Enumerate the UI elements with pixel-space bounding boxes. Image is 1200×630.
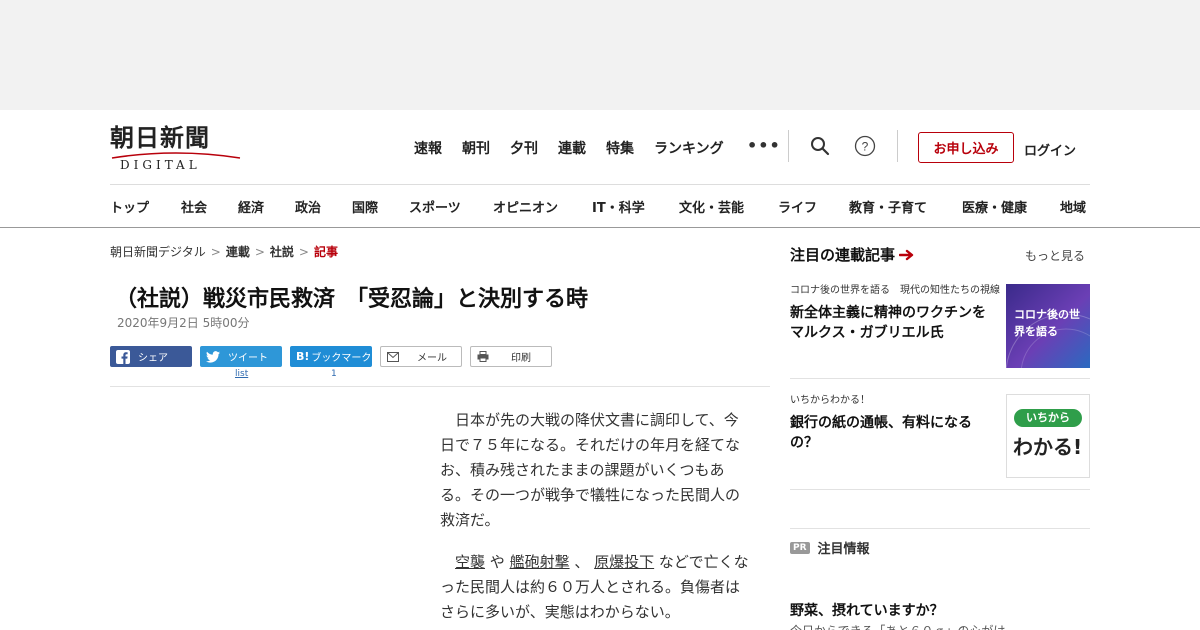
category-culture[interactable]: 文化・芸能	[679, 197, 778, 216]
article-paragraph: 空襲 や 艦砲射撃 、 原爆投下 などで亡くなった民間人は約６０万人とされる。負…	[440, 550, 750, 625]
article-paragraph: 日本が先の大戦の降伏文書に調印して、今日で７５年になる。それだけの年月を経てなお…	[440, 411, 741, 529]
divider	[788, 130, 789, 162]
category-sports[interactable]: スポーツ	[409, 197, 493, 216]
topnav-item-series[interactable]: 連載	[558, 138, 586, 158]
keyword-link[interactable]: 艦砲射撃	[510, 553, 570, 571]
breadcrumb-series[interactable]: 連載	[226, 245, 250, 259]
help-icon: ?	[854, 135, 876, 157]
topnav-item-ranking[interactable]: ランキング	[654, 138, 724, 158]
sidebar-item-title: 新全体主義に精神のワクチンを マルクス・ガブリエル氏	[790, 305, 1000, 341]
pr-section-header: PR 注目情報	[790, 538, 870, 557]
print-icon	[477, 351, 489, 362]
svg-text:?: ?	[862, 140, 869, 154]
category-it-science[interactable]: IT・科学	[592, 197, 679, 216]
breadcrumb-home[interactable]: 朝日新聞デジタル	[110, 245, 206, 259]
hatena-bookmark-icon: B!	[296, 350, 310, 363]
mail-icon	[387, 351, 399, 362]
pr-badge: PR	[790, 541, 810, 554]
breadcrumb-sep: >	[298, 245, 309, 259]
arrow-right-icon	[899, 249, 914, 260]
breadcrumb-section[interactable]: 社説	[270, 245, 294, 259]
divider	[897, 130, 898, 162]
sidebar-divider	[790, 378, 1090, 379]
thumbnail-text: コロナ後の世界を語る	[1014, 308, 1080, 338]
sidebar-divider	[790, 528, 1090, 529]
sidebar-article-item[interactable]: コロナ後の世界を語る 現代の知性たちの視線 新全体主義に精神のワクチンを マルク…	[790, 284, 1090, 368]
category-life[interactable]: ライフ	[778, 197, 849, 216]
category-top[interactable]: トップ	[110, 197, 181, 216]
category-economy[interactable]: 経済	[238, 197, 295, 216]
article-body: 日本が先の大戦の降伏文書に調印して、今日で７５年になる。それだけの年月を経てなお…	[440, 408, 750, 630]
hatena-bookmark-label: ブックマーク	[311, 353, 372, 364]
pr-label: 注目情報	[817, 542, 870, 557]
breadcrumb-current: 記事	[313, 245, 338, 259]
login-link[interactable]: ログイン	[1024, 140, 1076, 159]
sidebar-divider	[790, 489, 1090, 490]
category-international[interactable]: 国際	[352, 197, 409, 216]
topnav-item-features[interactable]: 特集	[606, 138, 634, 158]
sidebar-article-item[interactable]: いちからわかる！ 銀行の紙の通帳、有料になるの？ いちから わかる!	[790, 394, 1090, 478]
thumbnail-label-top: いちから	[1014, 409, 1082, 427]
site-logo[interactable]: 朝日新聞 DIGITAL	[110, 123, 242, 172]
breadcrumb-sep: >	[254, 245, 265, 259]
facebook-share-button[interactable]: シェア	[110, 346, 192, 367]
mail-share-label: メール	[417, 353, 447, 364]
keyword-link[interactable]: 原爆投下	[594, 553, 654, 571]
header-divider	[110, 184, 1090, 185]
sidebar-item-title: 銀行の紙の通帳、有料になるの？	[790, 415, 972, 451]
keyword-link[interactable]: 空襲	[455, 553, 485, 571]
topnav-item-morning[interactable]: 朝刊	[462, 138, 490, 158]
sidebar-item-thumbnail: コロナ後の世界を語る	[1006, 284, 1090, 368]
sidebar-item-thumbnail: いちから わかる!	[1006, 394, 1090, 478]
hatena-bookmark-button[interactable]: B! ブックマーク	[290, 346, 372, 367]
thumbnail-label-bottom: わかる!	[1013, 435, 1083, 459]
ad-space	[0, 0, 1200, 110]
sidebar-heading-text: 注目の連載記事	[790, 246, 896, 264]
logo-swoosh-icon	[111, 152, 241, 159]
topnav-item-evening[interactable]: 夕刊	[510, 138, 538, 158]
sidebar-heading[interactable]: 注目の連載記事	[790, 244, 915, 265]
article-date: 2020年9月2日 5時00分	[117, 316, 250, 330]
breadcrumb: 朝日新聞デジタル > 連載 > 社説 > 記事	[110, 243, 338, 260]
twitter-share-button[interactable]: ツイート	[200, 346, 282, 367]
more-menu-button[interactable]: •••	[747, 136, 781, 155]
help-button[interactable]: ?	[853, 134, 877, 158]
pr-item-subtitle[interactable]: 今日からできる「あと６０ｇ」の心がけ	[790, 622, 1005, 630]
paragraph-text: や	[485, 553, 510, 571]
category-politics[interactable]: 政治	[295, 197, 352, 216]
category-opinion[interactable]: オピニオン	[493, 197, 592, 216]
subscribe-button[interactable]: お申し込み	[918, 132, 1014, 163]
print-label: 印刷	[511, 353, 531, 364]
mail-share-button[interactable]: メール	[380, 346, 462, 367]
category-society[interactable]: 社会	[181, 197, 238, 216]
search-icon	[811, 137, 830, 156]
category-region[interactable]: 地域	[1060, 197, 1086, 216]
hatena-count[interactable]: 1	[331, 369, 337, 379]
topnav-item-breaking[interactable]: 速報	[414, 138, 442, 158]
paragraph-text: 、	[569, 553, 595, 571]
search-button[interactable]	[808, 134, 832, 158]
twitter-count[interactable]: list	[235, 369, 248, 379]
facebook-share-label: シェア	[138, 353, 168, 364]
breadcrumb-sep: >	[210, 245, 221, 259]
site-header: 朝日新聞 DIGITAL 速報 朝刊 夕刊 連載 特集 ランキング ••• ? …	[0, 110, 1200, 228]
pr-item-title[interactable]: 野菜、摂れていますか？	[790, 600, 944, 620]
facebook-icon	[116, 349, 130, 364]
twitter-icon	[206, 350, 220, 363]
sidebar-item-tag: コロナ後の世界を語る 現代の知性たちの視線	[790, 285, 1000, 296]
category-health[interactable]: 医療・健康	[962, 197, 1060, 216]
sidebar-more-link[interactable]: もっと見る	[1025, 247, 1085, 264]
twitter-share-label: ツイート	[228, 353, 268, 364]
article-title: （社説）戦災市民救済 「受忍論」と決別する時	[115, 287, 589, 312]
category-nav: トップ 社会 経済 政治 国際 スポーツ オピニオン IT・科学 文化・芸能 ラ…	[110, 197, 1086, 216]
top-nav: 速報 朝刊 夕刊 連載 特集 ランキング	[414, 138, 744, 158]
article-divider	[110, 386, 770, 387]
print-button[interactable]: 印刷	[470, 346, 552, 367]
category-education[interactable]: 教育・子育て	[849, 197, 962, 216]
logo-main-text: 朝日新聞	[110, 123, 210, 152]
